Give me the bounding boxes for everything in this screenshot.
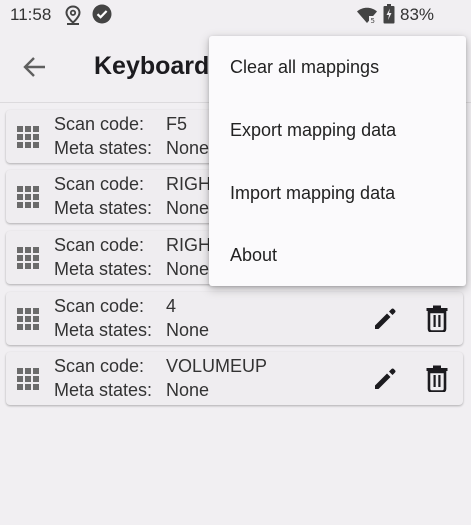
scan-code-label: Scan code: [54, 296, 145, 316]
location-icon [65, 5, 81, 25]
page-title: Keyboard [94, 52, 210, 80]
meta-states-label: Meta states: [54, 138, 153, 158]
scan-code-label: Scan code: [54, 356, 145, 376]
delete-icon[interactable] [426, 305, 448, 332]
drag-handle-icon[interactable] [17, 186, 39, 208]
drag-handle-icon[interactable] [17, 368, 39, 390]
menu-item-export[interactable]: Export mapping data [209, 99, 466, 161]
meta-states-label: Meta states: [54, 320, 153, 340]
scan-code-value: 4 [166, 296, 177, 316]
scan-code-value: RIGH [166, 174, 211, 194]
overflow-menu: Clear all mappings Export mapping data I… [209, 36, 466, 286]
meta-states-value: None [166, 320, 210, 340]
svg-text:5: 5 [371, 17, 375, 24]
drag-handle-icon[interactable] [17, 247, 39, 269]
edit-icon[interactable] [372, 306, 398, 332]
scan-code-value: RIGH [166, 235, 211, 255]
drag-handle-icon[interactable] [17, 126, 39, 148]
scan-code-label: Scan code: [54, 114, 145, 134]
meta-states-value: None [166, 138, 210, 158]
edit-icon[interactable] [372, 366, 398, 392]
battery-percentage: 83% [400, 5, 435, 24]
status-time: 11:58 [10, 5, 52, 24]
check-circle-icon [92, 4, 112, 24]
drag-handle-icon[interactable] [17, 308, 39, 330]
meta-states-label: Meta states: [54, 259, 153, 279]
scan-code-label: Scan code: [54, 174, 145, 194]
menu-item-clear-all[interactable]: Clear all mappings [209, 36, 466, 98]
meta-states-label: Meta states: [54, 380, 153, 400]
wifi-icon: 5 [357, 7, 377, 24]
scan-code-value: F5 [166, 114, 188, 134]
menu-item-import[interactable]: Import mapping data [209, 162, 466, 224]
scan-code-label: Scan code: [54, 235, 145, 255]
mapping-card[interactable]: Scan code: VOLUMEUP Meta states: None [6, 352, 463, 405]
mapping-card[interactable]: Scan code: 4 Meta states: None [6, 292, 463, 345]
meta-states-value: None [166, 198, 210, 218]
meta-states-value: None [166, 380, 210, 400]
battery-icon [383, 4, 395, 24]
status-bar: 11:58 5 83% [0, 0, 471, 30]
meta-states-label: Meta states: [54, 198, 153, 218]
meta-states-value: None [166, 259, 210, 279]
menu-item-about[interactable]: About [209, 224, 466, 286]
arrow-back-icon[interactable] [20, 52, 50, 82]
delete-icon[interactable] [426, 365, 448, 392]
scan-code-value: VOLUMEUP [166, 356, 268, 376]
